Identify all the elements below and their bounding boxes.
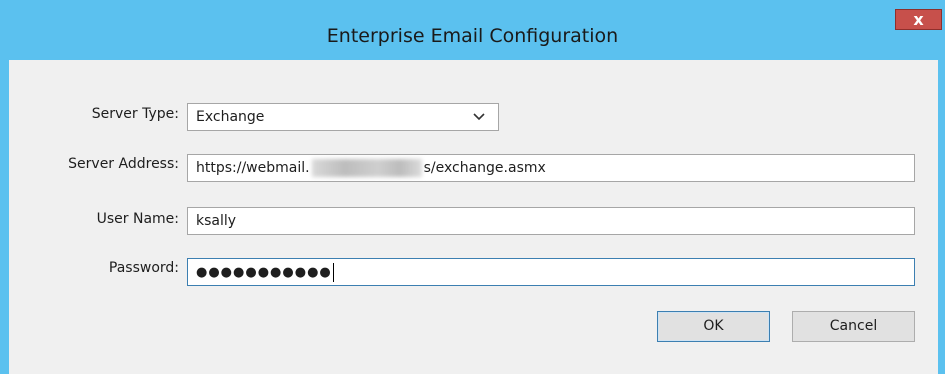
server-type-value: Exchange — [196, 109, 265, 125]
server-address-prefix: https://webmail. — [196, 160, 310, 176]
text-caret — [332, 262, 334, 282]
user-name-field[interactable]: ksally — [187, 207, 915, 235]
password-label: Password: — [108, 260, 179, 276]
redacted-region — [311, 159, 422, 177]
chevron-down-icon — [473, 113, 485, 121]
dialog-title: Enterprise Email Configuration — [326, 25, 619, 47]
server-type-select[interactable]: Exchange — [187, 103, 499, 131]
password-field[interactable]: ●●●●●●●●●●● — [187, 258, 915, 286]
close-button[interactable]: x — [895, 9, 942, 30]
close-icon: x — [913, 10, 924, 29]
cancel-button[interactable]: Cancel — [792, 311, 915, 342]
server-type-label: Server Type: — [91, 106, 179, 122]
password-masked-value: ●●●●●●●●●●● — [196, 264, 332, 280]
server-address-suffix: s/exchange.asmx — [423, 160, 546, 176]
server-address-field[interactable]: https://webmail. s/exchange.asmx — [187, 154, 915, 182]
server-address-label: Server Address: — [68, 156, 179, 172]
dialog-client-area: Server Type: Exchange Server Address: ht… — [9, 60, 938, 374]
title-bar[interactable]: Enterprise Email Configuration x — [0, 0, 945, 60]
user-name-label: User Name: — [96, 211, 179, 227]
ok-button[interactable]: OK — [657, 311, 770, 342]
user-name-value: ksally — [196, 213, 237, 229]
email-config-dialog: Enterprise Email Configuration x Server … — [0, 0, 945, 374]
